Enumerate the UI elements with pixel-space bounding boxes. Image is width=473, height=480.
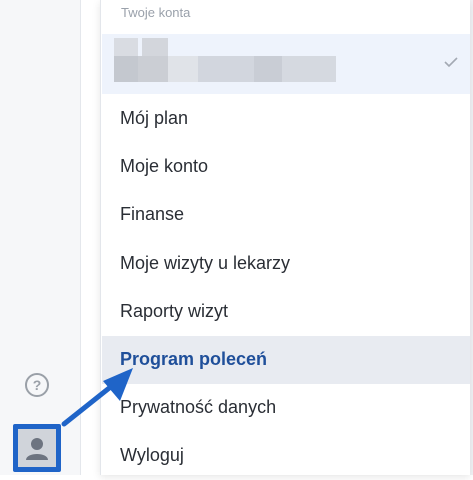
profile-button[interactable] <box>13 424 61 472</box>
check-icon <box>444 57 458 68</box>
user-avatar-icon <box>18 429 56 467</box>
menu-item-label: Finanse <box>120 204 185 224</box>
menu-item-referral-program[interactable]: Program poleceń <box>102 336 470 384</box>
sidebar: ? <box>0 0 81 475</box>
menu-item-finances[interactable]: Finanse <box>102 191 470 239</box>
menu-item-visit-reports[interactable]: Raporty wizyt <box>102 288 470 336</box>
menu-item-logout[interactable]: Wyloguj <box>102 432 470 480</box>
accounts-section-title: Twoje konta <box>121 5 191 20</box>
question-circle-icon[interactable]: ? <box>24 372 50 398</box>
menu-item-label: Prywatność danych <box>120 397 277 417</box>
menu-item-label: Moje konto <box>120 156 209 176</box>
menu-item-label: Moje wizyty u lekarzy <box>120 253 291 273</box>
menu-item-label: Program poleceń <box>120 349 268 369</box>
menu-item-my-plan[interactable]: Mój plan <box>102 95 470 143</box>
menu-item-data-privacy[interactable]: Prywatność danych <box>102 384 470 432</box>
menu-item-doctor-visits[interactable]: Moje wizyty u lekarzy <box>102 240 470 288</box>
menu-item-label: Raporty wizyt <box>120 301 229 321</box>
menu-item-label: Mój plan <box>120 108 189 128</box>
svg-text:?: ? <box>33 377 42 393</box>
account-dropdown-menu: Twoje konta Mój plan Moje konto Finanse … <box>100 0 470 475</box>
menu-item-my-account[interactable]: Moje konto <box>102 143 470 191</box>
menu-item-label: Wyloguj <box>120 445 184 465</box>
selected-account-row[interactable] <box>102 34 470 94</box>
